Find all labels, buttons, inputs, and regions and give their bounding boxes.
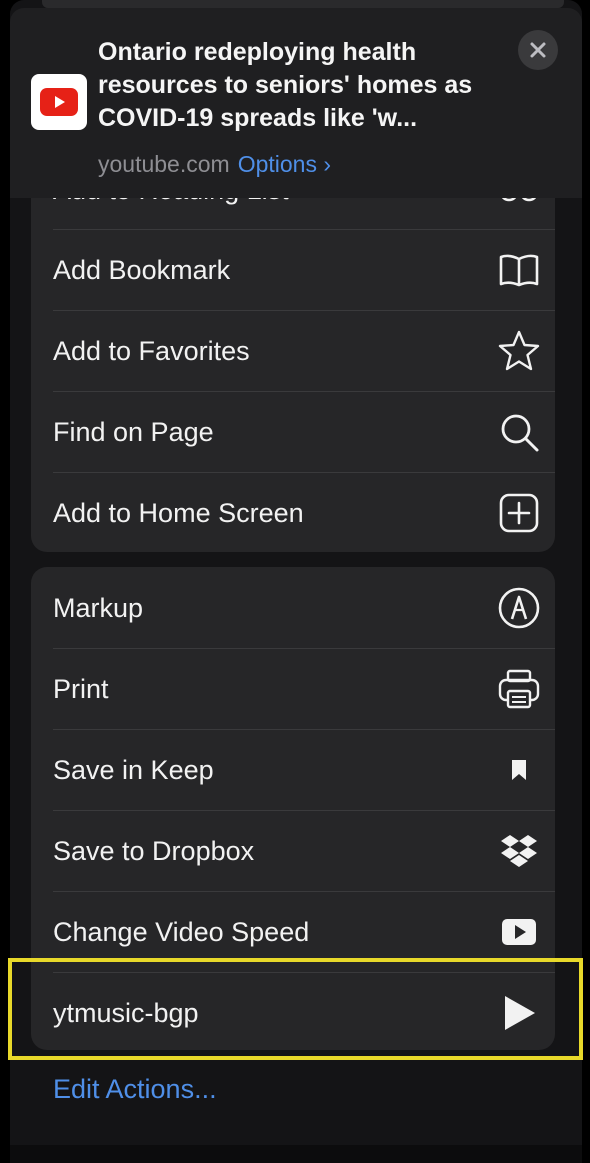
- bookmark-icon: [497, 748, 541, 792]
- actions-group-1: Add to Reading List Add Bookmark Add to …: [31, 150, 555, 552]
- video-play-icon: [497, 910, 541, 954]
- action-save-in-keep[interactable]: Save in Keep: [31, 730, 555, 810]
- action-add-bookmark[interactable]: Add Bookmark: [31, 230, 555, 310]
- action-label: Add to Home Screen: [53, 498, 304, 528]
- share-header: Ontario redeploying health resources to …: [10, 8, 582, 198]
- action-label: Save in Keep: [53, 755, 214, 785]
- close-button[interactable]: [518, 30, 558, 70]
- action-label: Add to Favorites: [53, 336, 250, 366]
- edit-actions-button[interactable]: Edit Actions...: [53, 1074, 217, 1105]
- printer-icon: [497, 667, 541, 711]
- action-find-on-page[interactable]: Find on Page: [31, 392, 555, 472]
- book-icon: [497, 248, 541, 292]
- action-label: Print: [53, 674, 109, 704]
- search-icon: [497, 410, 541, 454]
- close-icon: [530, 42, 546, 58]
- markup-pen-icon: [497, 586, 541, 630]
- bottom-background: [10, 1145, 582, 1163]
- page-domain: youtube.com: [98, 151, 230, 177]
- action-label: Add Bookmark: [53, 255, 231, 285]
- play-icon: [497, 991, 541, 1035]
- share-sheet: Add to Reading List Add Bookmark Add to …: [10, 0, 582, 1163]
- header-subtitle: youtube.com Options ›: [98, 150, 331, 178]
- action-print[interactable]: Print: [31, 649, 555, 729]
- action-label: Change Video Speed: [53, 917, 310, 947]
- youtube-logo-icon: [31, 74, 87, 130]
- action-label: Save to Dropbox: [53, 836, 255, 866]
- action-markup[interactable]: Markup: [31, 568, 555, 648]
- action-label: ytmusic-bgp: [53, 998, 199, 1028]
- action-ytmusic-bgp[interactable]: ytmusic-bgp: [31, 973, 555, 1050]
- options-link[interactable]: Options ›: [238, 151, 331, 177]
- action-change-video-speed[interactable]: Change Video Speed: [31, 892, 555, 972]
- actions-group-2: Markup Print Save in Keep Save to Dropbo…: [31, 567, 555, 1050]
- background-strip: [42, 0, 564, 8]
- action-label: Markup: [53, 593, 144, 623]
- action-label: Find on Page: [53, 417, 214, 447]
- dropbox-icon: [497, 829, 541, 873]
- action-save-to-dropbox[interactable]: Save to Dropbox: [31, 811, 555, 891]
- page-title: Ontario redeploying health resources to …: [98, 38, 473, 132]
- action-add-to-favorites[interactable]: Add to Favorites: [31, 311, 555, 391]
- plus-square-icon: [497, 491, 541, 535]
- action-add-to-home-screen[interactable]: Add to Home Screen: [31, 473, 555, 552]
- star-icon: [497, 329, 541, 373]
